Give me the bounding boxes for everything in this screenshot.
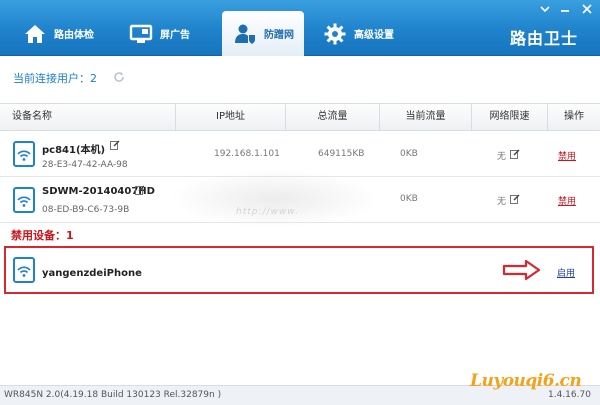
app-version: 1.4.16.70 [548,390,591,400]
device-ip: 192.168.1.101 [214,149,280,159]
column-header-ip: IP地址 [176,104,286,130]
nav-tab-ad-block[interactable]: 屏广告 [118,11,216,56]
device-table-header: 设备名称 IP地址 总流量 当前流量 网络限速 操作 [0,103,600,131]
nav-tab-anti-leech[interactable]: 防蹭网 [222,11,304,56]
house-icon [22,21,48,47]
column-header-device-name: 设备名称 [0,104,176,130]
device-total-traffic: 649115KB [318,149,365,159]
gear-icon [322,21,348,47]
top-navigation-bar: 路由体检 屏广告 防蹭网 高级设置 路由卫士 [0,0,600,56]
app-brand-logo: 路由卫士 [510,29,579,48]
device-current-traffic: 0KB [400,149,418,159]
banned-devices-count: 1 [66,229,74,242]
column-header-current-traffic: 当前流量 [380,104,472,130]
edit-icon[interactable] [110,140,120,150]
device-speed-limit: 无 [497,152,507,162]
blurred-watermark-text: http://www. [236,207,299,217]
edit-speed-limit-icon[interactable] [510,149,520,159]
banned-devices-label: 禁用设备：1 [11,227,74,243]
firmware-version: WR845N 2.0(4.19.18 Build 130123 Rel.3287… [4,390,222,400]
device-name: pc841(本机) [42,145,106,156]
column-header-speed-limit: 网络限速 [472,104,548,130]
nav-tab-router-check[interactable]: 路由体检 [12,11,112,56]
disable-device-link[interactable]: 禁用 [558,194,576,207]
nav-tab-label: 防蹭网 [264,30,294,41]
wifi-device-icon [13,187,35,213]
device-current-traffic: 0KB [400,194,418,204]
banned-device-name: yangenzdeiPhone [42,268,142,279]
minimize-icon[interactable] [558,4,572,16]
column-header-total-traffic: 总流量 [286,104,380,130]
site-watermark: Luyouqi6.cn [470,371,582,391]
banned-devices-text: 禁用设备： [11,229,66,242]
connected-users-text: 当前连接用户： [13,72,90,85]
monitor-icon [128,21,154,47]
connected-users-label: 当前连接用户：2 [13,70,97,86]
nav-tab-label: 屏广告 [160,30,190,41]
close-icon[interactable] [580,4,594,16]
nav-tab-label: 高级设置 [354,30,394,41]
enable-device-link[interactable]: 启用 [557,266,575,279]
wifi-device-icon [13,257,35,283]
edit-icon[interactable] [135,185,145,195]
edit-speed-limit-icon[interactable] [510,194,520,204]
menu-icon[interactable] [538,4,552,16]
column-header-action: 操作 [564,111,584,122]
arrow-right-icon [502,259,542,281]
device-mac: 08-ED-B9-C6-73-9B [42,205,130,215]
wifi-device-icon [13,141,35,167]
nav-tab-label: 路由体检 [54,30,94,41]
refresh-icon[interactable] [113,71,125,83]
device-speed-limit: 无 [497,197,507,207]
disable-device-link[interactable]: 禁用 [558,149,576,162]
blurred-watermark [170,170,380,228]
nav-tab-advanced-settings[interactable]: 高级设置 [312,11,416,56]
user-shield-icon [232,21,258,47]
connected-users-count: 2 [90,72,97,85]
device-mac: 28-E3-47-42-AA-98 [42,160,128,170]
